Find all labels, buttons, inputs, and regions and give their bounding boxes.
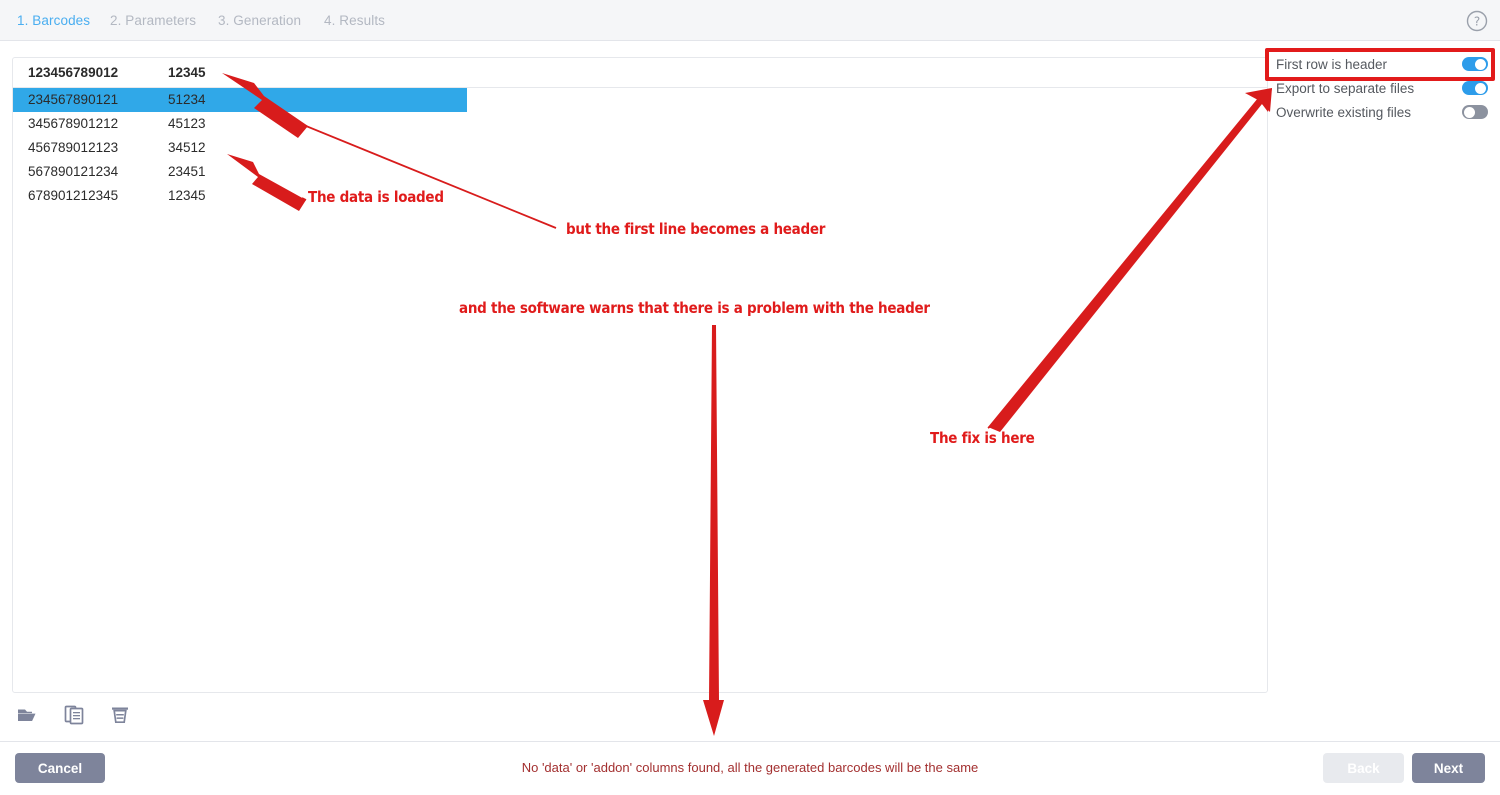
open-folder-icon[interactable] — [16, 702, 42, 728]
cell-addon: 34512 — [168, 140, 206, 155]
barcode-data-table-panel[interactable]: 123456789012 12345 234567890121 51234 34… — [12, 57, 1268, 693]
toggle-export-to-separate-files[interactable] — [1462, 81, 1488, 95]
help-circle-icon[interactable]: ? — [1466, 10, 1488, 32]
annotation-data-loaded: The data is loaded — [308, 188, 444, 206]
cell-addon: 23451 — [168, 164, 206, 179]
footer-divider — [0, 741, 1500, 742]
cell-code: 234567890121 — [13, 87, 168, 112]
cell-code: 456789012123 — [28, 140, 119, 155]
cell-code: 567890121234 — [28, 164, 119, 179]
toggle-knob — [1464, 106, 1475, 118]
toggle-knob — [1475, 82, 1486, 94]
copy-paste-icon[interactable] — [62, 702, 88, 728]
annotation-the-fix-is-here: The fix is here — [930, 429, 1035, 447]
wizard-tab-bar: 1. Barcodes 2. Parameters 3. Generation … — [0, 0, 1500, 41]
cell-code: 678901212345 — [28, 188, 119, 203]
table-action-toolbar — [16, 702, 134, 728]
tab-barcodes[interactable]: 1. Barcodes — [17, 13, 90, 28]
annotation-software-warns: and the software warns that there is a p… — [459, 299, 930, 317]
cell-empty — [318, 184, 1267, 208]
table-row[interactable]: 567890121234 23451 — [13, 160, 1267, 184]
tab-results[interactable]: 4. Results — [324, 13, 385, 28]
table-head: 123456789012 12345 — [13, 58, 1267, 88]
table-row[interactable]: 678901212345 12345 — [13, 184, 1267, 208]
cell-addon: 12345 — [168, 188, 206, 203]
barcode-data-table[interactable]: 123456789012 12345 234567890121 51234 34… — [13, 58, 1267, 208]
table-body[interactable]: 234567890121 51234 345678901212 45123 45… — [13, 87, 1267, 209]
cell-addon: 51234 — [168, 87, 318, 112]
cell-code: 345678901212 — [28, 116, 119, 131]
table-row[interactable]: 456789012123 34512 — [13, 136, 1267, 160]
table-row[interactable]: 345678901212 45123 — [13, 112, 1267, 136]
cell-empty — [318, 112, 1267, 136]
option-label: Overwrite existing files — [1276, 104, 1412, 120]
cell-empty — [318, 160, 1267, 184]
option-label: Export to separate files — [1276, 80, 1415, 96]
header-cell-empty — [318, 58, 1267, 88]
trash-delete-icon[interactable] — [108, 702, 134, 728]
annotation-first-line-header: but the first line becomes a header — [566, 220, 826, 238]
tab-parameters[interactable]: 2. Parameters — [110, 13, 196, 28]
option-row-overwrite-existing-files[interactable]: Overwrite existing files — [1276, 100, 1488, 124]
annotation-highlight-box — [1265, 48, 1495, 81]
cell-addon: 45123 — [168, 116, 206, 131]
svg-text:?: ? — [1474, 15, 1480, 29]
table-row[interactable]: 234567890121 51234 — [13, 87, 1267, 112]
cell-empty — [318, 87, 1267, 112]
tab-generation[interactable]: 3. Generation — [218, 13, 301, 28]
toggle-overwrite-existing-files[interactable] — [1462, 105, 1488, 119]
header-cell-code: 123456789012 — [28, 65, 119, 80]
cell-empty — [318, 136, 1267, 160]
header-cell-addon: 12345 — [168, 65, 206, 80]
status-warning-message: No 'data' or 'addon' columns found, all … — [521, 760, 979, 775]
table-header-row[interactable]: 123456789012 12345 — [13, 58, 1267, 88]
